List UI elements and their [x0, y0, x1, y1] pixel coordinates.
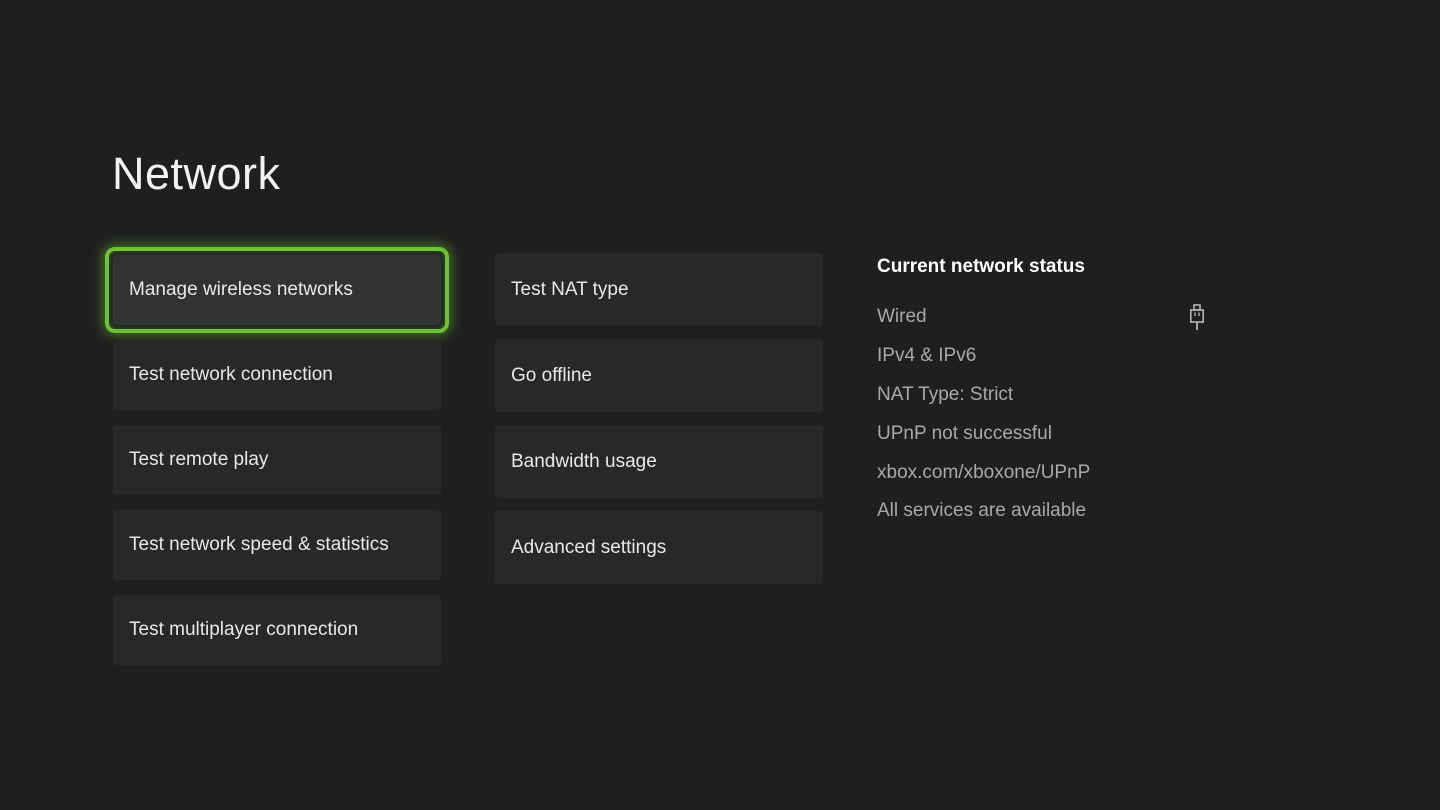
wired-connection-icon: [1189, 304, 1205, 331]
status-row-ip-protocol: IPv4 & IPv6: [877, 337, 1209, 376]
button-label: Test remote play: [129, 449, 268, 471]
status-row-upnp-status: UPnP not successful: [877, 414, 1209, 453]
status-label: IPv4 & IPv6: [877, 345, 976, 367]
button-label: Go offline: [511, 365, 592, 387]
status-label: NAT Type: Strict: [877, 384, 1013, 406]
status-label: xbox.com/xboxone/UPnP: [877, 462, 1090, 484]
button-test-nat-type[interactable]: Test NAT type: [495, 253, 823, 326]
status-row-upnp-url: xbox.com/xboxone/UPnP: [877, 453, 1209, 492]
button-bandwidth-usage[interactable]: Bandwidth usage: [495, 425, 823, 498]
button-label: Advanced settings: [511, 537, 666, 559]
button-advanced-settings[interactable]: Advanced settings: [495, 511, 823, 584]
button-label: Test multiplayer connection: [129, 619, 358, 641]
status-row-services-availability: All services are available: [877, 492, 1209, 531]
status-label: Wired: [877, 306, 927, 328]
button-manage-wireless-networks[interactable]: Manage wireless networks: [113, 255, 441, 325]
button-label: Test NAT type: [511, 279, 629, 301]
network-status-panel: Current network status Wired IPv4 & IPv6…: [877, 256, 1209, 531]
button-test-network-speed-statistics[interactable]: Test network speed & statistics: [113, 510, 441, 580]
button-label: Test network connection: [129, 364, 333, 386]
status-label: UPnP not successful: [877, 423, 1052, 445]
button-test-remote-play[interactable]: Test remote play: [113, 425, 441, 495]
status-rows: Wired IPv4 & IPv6 NAT Type: Strict UPnP …: [877, 298, 1209, 531]
status-heading: Current network status: [877, 256, 1209, 278]
status-row-nat-type: NAT Type: Strict: [877, 376, 1209, 415]
menu-column-primary: Manage wireless networks Test network co…: [113, 248, 441, 680]
button-label: Manage wireless networks: [129, 279, 353, 301]
menu-column-secondary: Test NAT type Go offline Bandwidth usage…: [495, 253, 823, 597]
button-test-network-connection[interactable]: Test network connection: [113, 340, 441, 410]
button-label: Bandwidth usage: [511, 451, 657, 473]
button-test-multiplayer-connection[interactable]: Test multiplayer connection: [113, 595, 441, 665]
button-label: Test network speed & statistics: [129, 534, 389, 556]
status-row-connection-type: Wired: [877, 298, 1209, 337]
page-title: Network: [112, 148, 281, 200]
status-label: All services are available: [877, 500, 1086, 522]
button-go-offline[interactable]: Go offline: [495, 339, 823, 412]
